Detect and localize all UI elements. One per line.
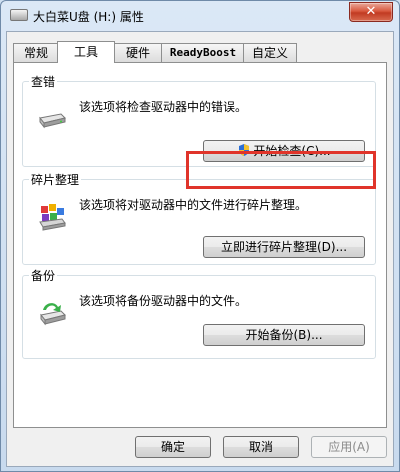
highlight-box bbox=[186, 151, 376, 189]
tab-general[interactable]: 常规 bbox=[13, 43, 59, 62]
group-title: 备份 bbox=[29, 267, 58, 284]
window-title: 大白菜U盘 (H:) 属性 bbox=[33, 10, 144, 24]
group-title: 查错 bbox=[29, 73, 58, 90]
close-button[interactable]: ✕ bbox=[349, 2, 393, 22]
tools-tab-panel: 查错 该选项将检查驱动器中的错误。 开始检查(C)... 碎片整理 该选项将对驱… bbox=[13, 62, 387, 428]
tab-readyboost[interactable]: ReadyBoost bbox=[161, 43, 245, 62]
drive-icon bbox=[39, 113, 66, 129]
group-description: 该选项将检查驱动器中的错误。 bbox=[79, 100, 248, 114]
tab-tools[interactable]: 工具 bbox=[57, 41, 115, 63]
defrag-icon bbox=[39, 204, 66, 231]
backup-icon bbox=[40, 303, 66, 326]
properties-window: 大白菜U盘 (H:) 属性 ✕ 常规 工具 硬件 ReadyBoost 自定义 … bbox=[0, 0, 400, 472]
apply-button[interactable]: 应用(A) bbox=[311, 436, 387, 458]
defrag-now-button[interactable]: 立即进行碎片整理(D)... bbox=[203, 236, 365, 258]
title-bar[interactable]: 大白菜U盘 (H:) 属性 ✕ bbox=[1, 1, 399, 29]
ok-button[interactable]: 确定 bbox=[135, 436, 211, 458]
usb-drive-icon bbox=[10, 9, 28, 21]
group-title: 碎片整理 bbox=[29, 171, 82, 188]
tab-hardware[interactable]: 硬件 bbox=[113, 43, 163, 62]
tab-customize[interactable]: 自定义 bbox=[243, 43, 297, 62]
start-backup-button[interactable]: 开始备份(B)... bbox=[203, 324, 365, 346]
defrag-group: 碎片整理 该选项将对驱动器中的文件进行碎片整理。 立即进行碎片整理(D)... bbox=[22, 171, 376, 265]
cancel-button[interactable]: 取消 bbox=[223, 436, 299, 458]
group-description: 该选项将备份驱动器中的文件。 bbox=[79, 294, 248, 308]
group-description: 该选项将对驱动器中的文件进行碎片整理。 bbox=[79, 198, 308, 212]
backup-group: 备份 该选项将备份驱动器中的文件。 开始备份(B)... bbox=[22, 267, 376, 359]
dialog-body: 常规 工具 硬件 ReadyBoost 自定义 查错 该选项将检查驱动器中的错误… bbox=[6, 31, 394, 467]
